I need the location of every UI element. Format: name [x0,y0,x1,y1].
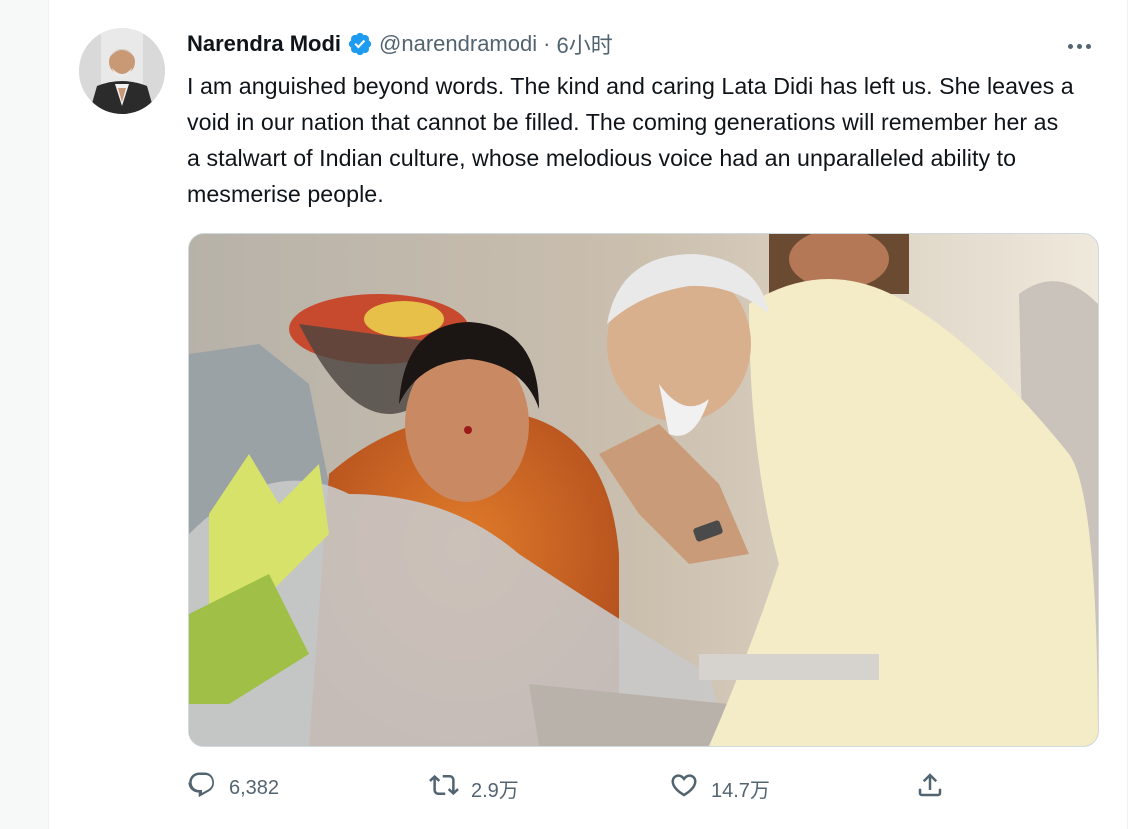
reply-count: 6,382 [229,776,280,799]
tweet[interactable]: Narendra Modi @narendramodi · 6小时 I am a… [49,0,1127,829]
avatar[interactable] [79,28,165,114]
tweet-text: I am anguished beyond words. The kind an… [187,73,1074,207]
share-icon [915,770,945,806]
tweet-header: Narendra Modi @narendramodi · 6小时 [187,28,613,60]
retweet-icon [429,770,459,806]
like-count: 14.7万 [711,779,770,802]
tweet-timestamp[interactable]: 6小时 [556,28,612,60]
tweet-actions: 6,382 2.9万 14.7万 [187,768,1087,808]
retweet-button[interactable]: 2.9万 [429,768,519,808]
share-button[interactable] [915,768,945,808]
verified-badge-icon [347,31,373,57]
left-background [0,0,48,829]
tweet-photo[interactable] [188,233,1099,747]
author-name[interactable]: Narendra Modi [187,31,341,57]
heart-icon [669,770,699,806]
timeline-right-border [1127,0,1128,829]
header-separator: · [543,31,551,56]
retweet-count: 2.9万 [471,779,519,802]
author-handle[interactable]: @narendramodi [379,31,537,57]
like-button[interactable]: 14.7万 [669,768,770,808]
reply-button[interactable]: 6,382 [187,768,279,808]
reply-icon [187,770,217,806]
more-options-icon[interactable] [1059,34,1099,58]
